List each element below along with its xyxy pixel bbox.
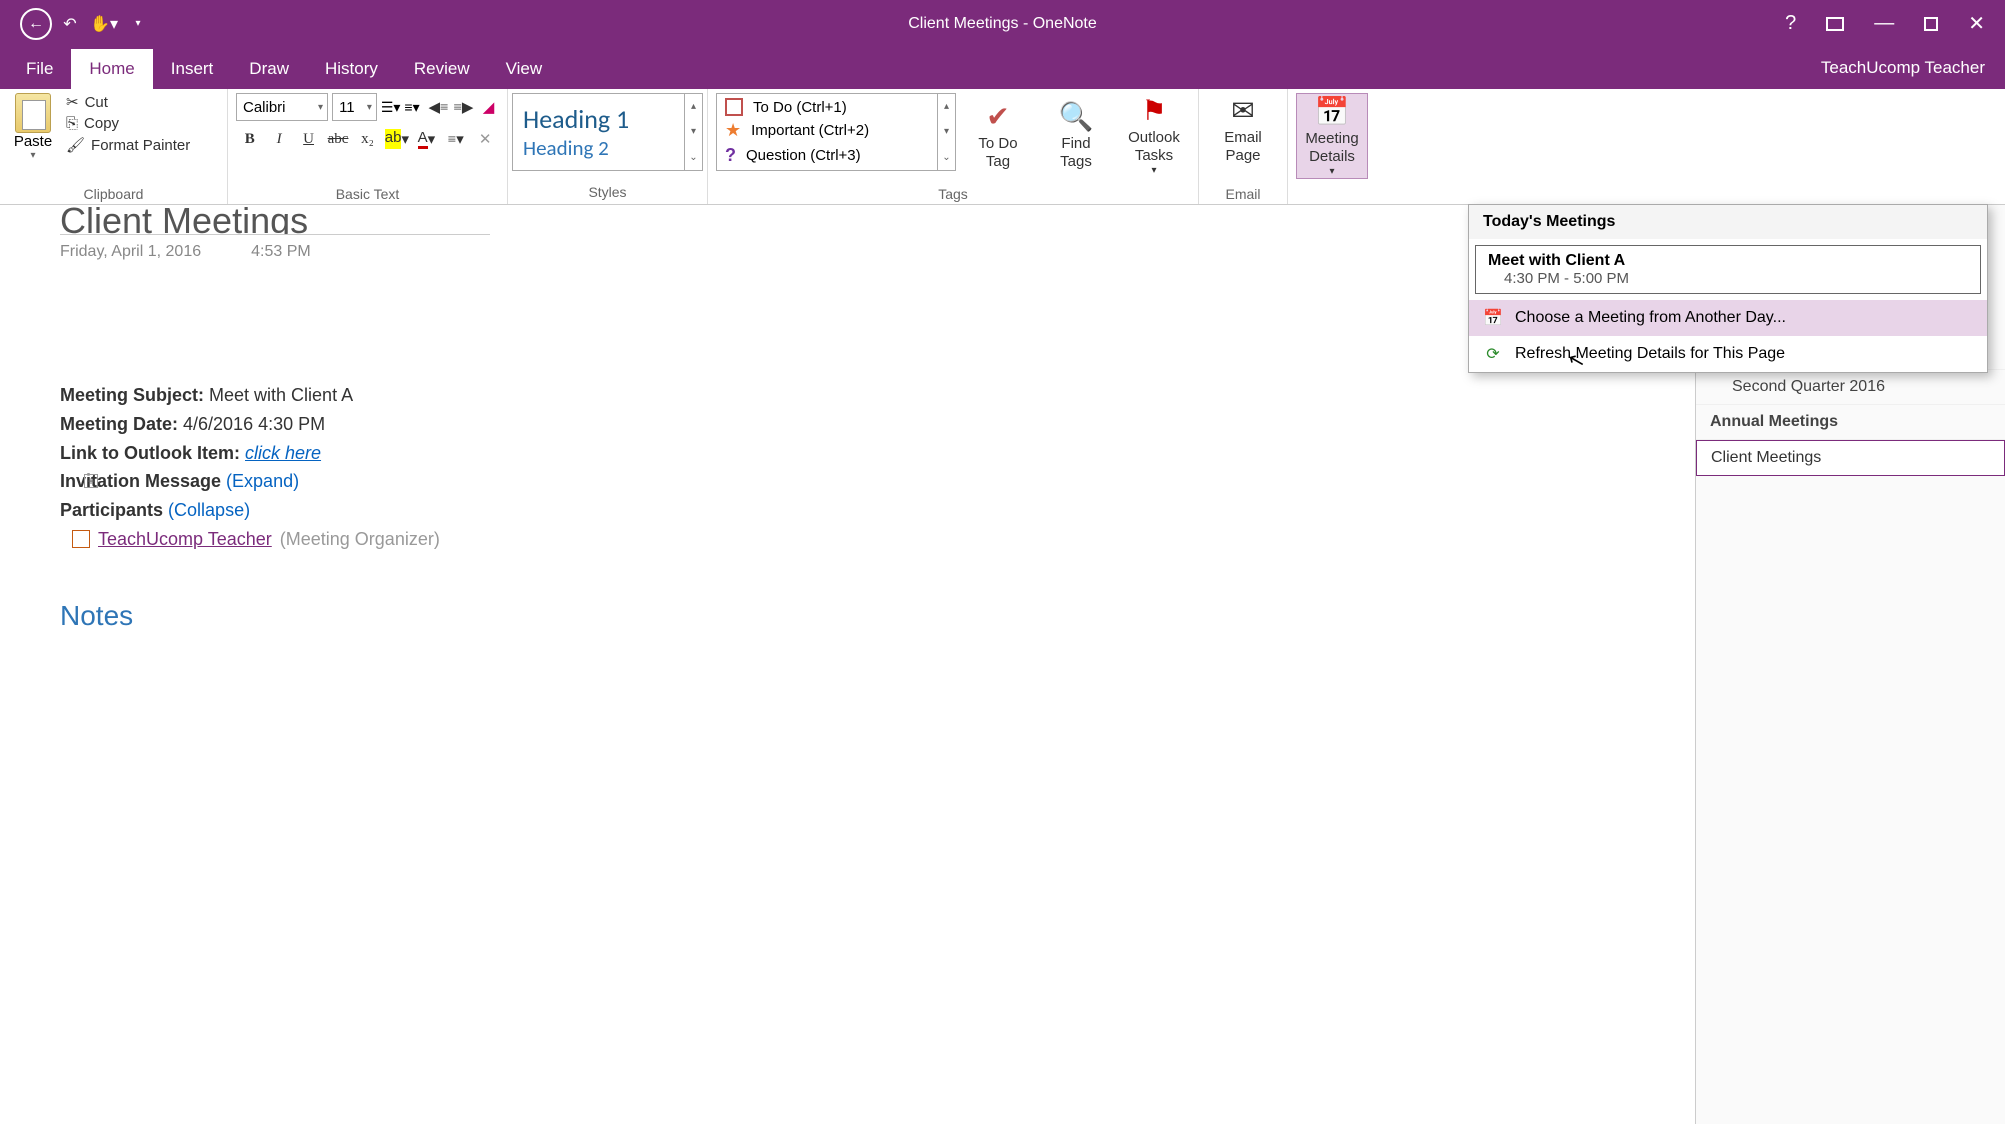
font-color-button[interactable]: A▾ [413,125,440,153]
page-list-item[interactable]: Annual Meetings [1696,405,2005,440]
meeting-details-button[interactable]: 📅Meeting Details▾ [1296,93,1368,179]
outdent-button[interactable]: ◀≡ [428,93,449,121]
styles-group: Heading 1 Heading 2 ▴▾⌄ Styles [508,89,708,204]
meetings-group: 📅Meeting Details▾ [1288,89,1376,204]
basic-text-group: Calibri 11 ☰▾ ≡▾ ◀≡ ≡▶ ◢ B I U abc x₂ ab… [228,89,508,204]
meeting-subject-label: Meeting Subject: [60,385,204,405]
paste-icon [15,93,51,133]
todo-tag-button[interactable]: ✔To Do Tag [962,93,1034,177]
ribbon: Paste ▾ ✂Cut ⎘Copy 🖌Format Painter Clipb… [0,89,2005,205]
refresh-icon: ⟳ [1483,344,1503,364]
collapse-link[interactable]: (Collapse) [163,500,250,520]
tags-gallery[interactable]: To Do (Ctrl+1) ★Important (Ctrl+2) ?Ques… [716,93,956,171]
tags-group: To Do (Ctrl+1) ★Important (Ctrl+2) ?Ques… [708,89,1199,204]
help-icon[interactable]: ? [1785,12,1796,35]
tab-insert[interactable]: Insert [153,49,232,89]
tab-draw[interactable]: Draw [231,49,307,89]
checkmark-icon: ✔ [986,99,1009,135]
bullets-button[interactable]: ☰▾ [381,94,401,120]
font-size-select[interactable]: 11 [332,93,377,121]
paste-button[interactable]: Paste ▾ [8,93,58,184]
dropdown-header: Today's Meetings [1469,205,1987,239]
flag-icon: ⚑ [1141,93,1166,129]
checkbox-icon [725,98,743,116]
copy-icon: ⎘ [66,115,78,132]
cut-button[interactable]: ✂Cut [66,93,190,111]
calendar-icon: 📅 [1315,94,1350,130]
search-icon: 🔍 [1059,99,1094,135]
close-icon[interactable]: ✕ [1968,11,1985,36]
menu-bar: File Home Insert Draw History Review Vie… [0,47,2005,89]
bold-button[interactable]: B [236,125,263,153]
tab-view[interactable]: View [488,49,561,89]
find-tags-button[interactable]: 🔍Find Tags [1040,93,1112,177]
meeting-details-dropdown: Today's Meetings Meet with Client A 4:30… [1468,204,1988,373]
expand-link[interactable]: (Expand) [221,471,299,491]
meeting-subject: Meet with Client A [204,385,353,405]
highlight-button[interactable]: ab▾ [383,125,410,153]
numbering-button[interactable]: ≡▾ [404,94,424,120]
outlook-link[interactable]: click here [245,443,321,463]
meeting-date: 4/6/2016 4:30 PM [178,414,325,434]
notes-heading: Notes [60,594,1695,639]
brush-icon: 🖌 [66,136,85,154]
align-button[interactable]: ≡▾ [442,125,469,153]
page-list-item-selected[interactable]: Client Meetings [1696,440,2005,476]
email-page-button[interactable]: ✉Email Page [1207,93,1279,165]
tab-review[interactable]: Review [396,49,488,89]
copy-button[interactable]: ⎘Copy [66,115,190,132]
tab-history[interactable]: History [307,49,396,89]
clipboard-group: Paste ▾ ✂Cut ⎘Copy 🖌Format Painter Clipb… [0,89,228,204]
refresh-meeting-item[interactable]: ⟳ Refresh Meeting Details for This Page [1469,336,1987,372]
format-painter-button[interactable]: 🖌Format Painter [66,136,190,154]
minimize-icon[interactable]: — [1874,12,1894,35]
subscript-button[interactable]: x₂ [354,125,381,153]
strikethrough-button[interactable]: abc [324,125,351,153]
font-family-select[interactable]: Calibri [236,93,328,121]
calendar-small-icon: 📅 [1483,308,1503,328]
person-icon [72,530,90,548]
styles-gallery[interactable]: Heading 1 Heading 2 ▴▾⌄ [512,93,703,171]
page-canvas[interactable]: Client Meetings Friday, April 1, 20164:5… [0,205,1695,1124]
user-name[interactable]: TeachUcomp Teacher [1821,58,2005,78]
outlook-tasks-button[interactable]: ⚑Outlook Tasks▾ [1118,93,1190,177]
touch-mode-button[interactable]: ✋▾ [88,8,120,40]
clear-formatting-button[interactable]: ◢ [478,93,499,121]
organizer-label: (Meeting Organizer) [280,525,440,554]
email-group: ✉Email Page Email [1199,89,1288,204]
participant-link[interactable]: TeachUcomp Teacher [98,525,272,554]
choose-meeting-item[interactable]: 📅 Choose a Meeting from Another Day... [1469,300,1987,336]
tab-home[interactable]: Home [71,49,152,89]
star-icon: ★ [725,120,741,141]
maximize-icon[interactable] [1924,17,1938,31]
page-title[interactable]: Client Meetings [60,205,490,235]
scissors-icon: ✂ [66,93,79,111]
indent-button[interactable]: ≡▶ [453,93,474,121]
envelope-icon: ✉ [1231,93,1254,129]
meeting-item[interactable]: Meet with Client A 4:30 PM - 5:00 PM [1475,245,1981,294]
question-icon: ? [725,145,736,166]
delete-button[interactable]: ✕ [472,125,499,153]
participants-label: Participants [60,500,163,520]
expand-toggle[interactable]: + [84,474,98,488]
undo-button[interactable]: ↶ [54,8,86,40]
tab-file[interactable]: File [8,49,71,89]
page-date: Friday, April 1, 20164:53 PM [60,243,1695,261]
qat-customize[interactable]: ▾ [122,8,154,40]
meeting-date-label: Meeting Date: [60,414,178,434]
title-bar: ← ↶ ✋▾ ▾ Client Meetings - OneNote ? — ✕ [0,0,2005,47]
window-title: Client Meetings - OneNote [908,15,1097,33]
italic-button[interactable]: I [265,125,292,153]
back-button[interactable]: ← [20,8,52,40]
underline-button[interactable]: U [295,125,322,153]
fullscreen-icon[interactable] [1826,17,1844,31]
outlook-link-label: Link to Outlook Item: [60,443,240,463]
page-list-item[interactable]: Second Quarter 2016 [1696,370,2005,405]
